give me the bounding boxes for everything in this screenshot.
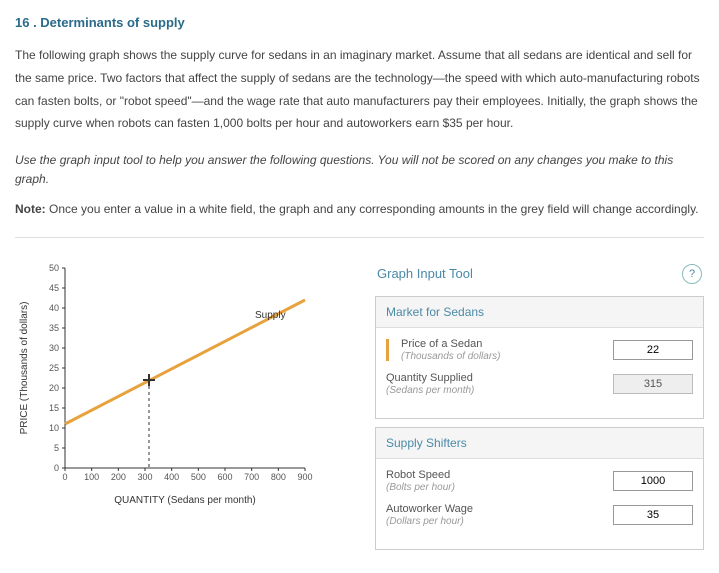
robot-speed-input[interactable] — [613, 471, 693, 491]
wage-sublabel: (Dollars per hour) — [386, 516, 464, 527]
question-paragraph: The following graph shows the supply cur… — [15, 44, 704, 135]
svg-text:300: 300 — [137, 472, 152, 482]
svg-text:400: 400 — [164, 472, 179, 482]
y-axis-label: PRICE (Thousands of dollars) — [19, 301, 30, 434]
svg-text:30: 30 — [49, 343, 59, 353]
price-color-indicator — [386, 339, 389, 361]
market-header: Market for Sedans — [376, 297, 703, 328]
question-title: 16 . Determinants of supply — [15, 15, 704, 30]
help-icon[interactable]: ? — [682, 264, 702, 284]
svg-text:25: 25 — [49, 363, 59, 373]
price-input[interactable] — [613, 340, 693, 360]
market-section: Market for Sedans Price of a Sedan (Thou… — [375, 296, 704, 419]
svg-text:700: 700 — [244, 472, 259, 482]
note-text: Note: Once you enter a value in a white … — [15, 200, 704, 219]
svg-text:200: 200 — [111, 472, 126, 482]
svg-text:800: 800 — [271, 472, 286, 482]
tool-header: Graph Input Tool — [377, 266, 473, 281]
svg-text:100: 100 — [84, 472, 99, 482]
note-label: Note: — [15, 202, 46, 216]
price-label: Price of a Sedan — [401, 338, 482, 350]
wage-input[interactable] — [613, 505, 693, 525]
svg-text:45: 45 — [49, 283, 59, 293]
shifters-section: Supply Shifters Robot Speed (Bolts per h… — [375, 427, 704, 550]
quantity-output: 315 — [613, 374, 693, 394]
instruction-text: Use the graph input tool to help you ans… — [15, 151, 704, 189]
svg-text:600: 600 — [217, 472, 232, 482]
svg-text:0: 0 — [54, 463, 59, 473]
svg-text:5: 5 — [54, 443, 59, 453]
svg-text:35: 35 — [49, 323, 59, 333]
supply-graph[interactable]: 0 5 10 15 20 25 30 35 40 45 50 0 100 200 300 400 500 600… — [15, 258, 345, 521]
x-axis-label: QUANTITY (Sedans per month) — [114, 495, 256, 506]
robot-sublabel: (Bolts per hour) — [386, 482, 455, 493]
svg-text:15: 15 — [49, 403, 59, 413]
svg-text:900: 900 — [297, 472, 312, 482]
quantity-label: Quantity Supplied — [386, 372, 473, 384]
svg-text:0: 0 — [62, 472, 67, 482]
note-body: Once you enter a value in a white field,… — [46, 202, 699, 216]
supply-legend-label: Supply — [255, 310, 286, 321]
quantity-sublabel: (Sedans per month) — [386, 385, 474, 396]
svg-text:10: 10 — [49, 423, 59, 433]
shifters-header: Supply Shifters — [376, 428, 703, 459]
robot-label: Robot Speed — [386, 469, 450, 481]
svg-text:20: 20 — [49, 383, 59, 393]
wage-label: Autoworker Wage — [386, 503, 473, 515]
price-sublabel: (Thousands of dollars) — [401, 351, 501, 362]
svg-text:40: 40 — [49, 303, 59, 313]
svg-text:500: 500 — [191, 472, 206, 482]
svg-text:50: 50 — [49, 263, 59, 273]
